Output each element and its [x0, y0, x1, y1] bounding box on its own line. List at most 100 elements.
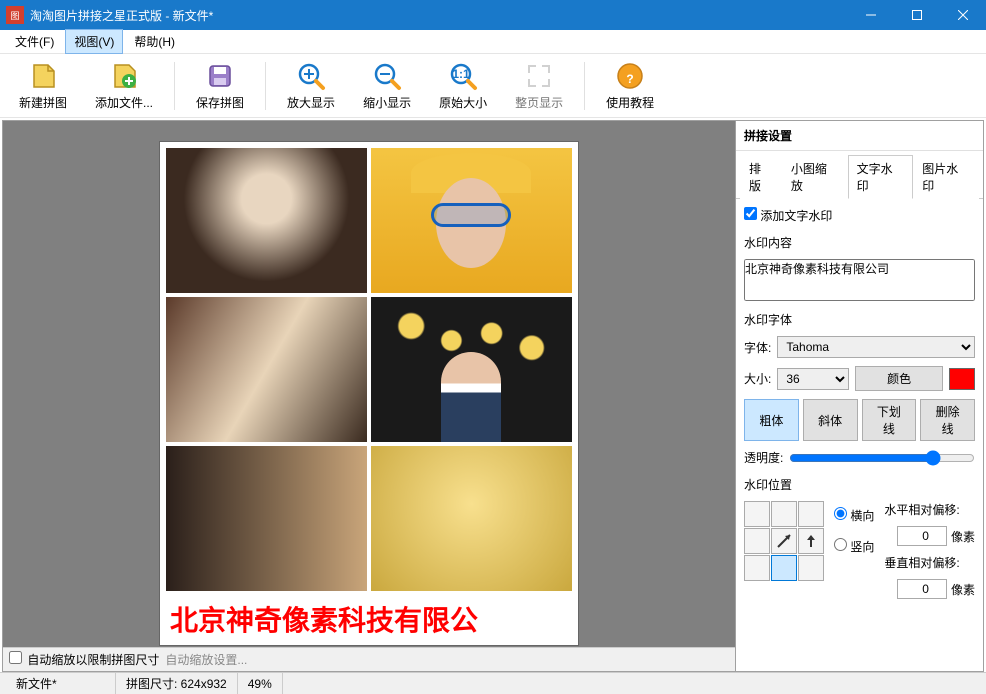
- pos-bc[interactable]: [771, 555, 797, 581]
- svg-text:?: ?: [626, 72, 633, 86]
- orient-horizontal-radio[interactable]: 横向: [834, 507, 874, 524]
- help-button[interactable]: ? 使用教程: [595, 55, 665, 116]
- zoom-in-icon: [295, 60, 327, 92]
- canvas-footer: 自动缩放以限制拼图尺寸 自动缩放设置...: [3, 647, 735, 671]
- auto-scale-label: 自动缩放以限制拼图尺寸: [27, 653, 159, 667]
- new-icon: [27, 60, 59, 92]
- fit-icon: [523, 60, 555, 92]
- titlebar: 图 淘淘图片拼接之星正式版 - 新文件*: [0, 0, 986, 30]
- add-text-watermark-checkbox[interactable]: 添加文字水印: [744, 207, 975, 224]
- close-button[interactable]: [940, 0, 986, 30]
- italic-button[interactable]: 斜体: [803, 399, 858, 441]
- font-name-label: 字体:: [744, 339, 771, 356]
- font-name-select[interactable]: Tahoma: [777, 336, 975, 358]
- pos-mr[interactable]: [798, 528, 824, 554]
- watermark-content-input[interactable]: 北京神奇像素科技有限公司: [744, 259, 975, 301]
- offset-v-input[interactable]: [897, 579, 947, 599]
- offset-h-input[interactable]: [897, 526, 947, 546]
- statusbar: 新文件* 拼图尺寸: 624x932 49%: [0, 672, 986, 694]
- side-tabs: 排版 小图缩放 文字水印 图片水印: [736, 151, 983, 199]
- offset-v-unit: 像素: [951, 581, 975, 598]
- status-filename: 新文件*: [6, 673, 116, 694]
- minimize-button[interactable]: [848, 0, 894, 30]
- add-label: 添加文件...: [95, 94, 153, 111]
- svg-text:1:1: 1:1: [452, 67, 470, 81]
- collage-cell[interactable]: [166, 446, 367, 591]
- pos-tr[interactable]: [798, 501, 824, 527]
- canvas-scroll[interactable]: 北京神奇像素科技有限公: [3, 121, 735, 647]
- color-button[interactable]: 颜色: [855, 366, 943, 391]
- add-icon: [108, 60, 140, 92]
- fit-page-button[interactable]: 整页显示: [504, 55, 574, 116]
- orient-v-label: 竖向: [850, 540, 874, 554]
- side-panel-title: 拼接设置: [736, 121, 983, 151]
- menu-help[interactable]: 帮助(H): [125, 29, 184, 54]
- collage-cell[interactable]: [371, 297, 572, 442]
- content-label: 水印内容: [744, 234, 975, 251]
- auto-scale-checkbox[interactable]: 自动缩放以限制拼图尺寸: [9, 651, 159, 668]
- help-icon: ?: [614, 60, 646, 92]
- pos-ml[interactable]: [744, 528, 770, 554]
- zoom-out-icon: [371, 60, 403, 92]
- side-panel: 拼接设置 排版 小图缩放 文字水印 图片水印 添加文字水印 水印内容 北京神奇像…: [736, 120, 984, 672]
- tab-layout[interactable]: 排版: [740, 155, 782, 199]
- save-collage-button[interactable]: 保存拼图: [185, 55, 255, 116]
- menubar: 文件(F) 视图(V) 帮助(H): [0, 30, 986, 54]
- window-title: 淘淘图片拼接之星正式版 - 新文件*: [30, 7, 848, 24]
- pos-bl[interactable]: [744, 555, 770, 581]
- offset-h-label: 水平相对偏移:: [884, 501, 975, 518]
- offset-v-label: 垂直相对偏移:: [884, 554, 975, 571]
- opacity-label: 透明度:: [744, 449, 783, 466]
- maximize-button[interactable]: [894, 0, 940, 30]
- auto-scale-settings-link[interactable]: 自动缩放设置...: [165, 651, 247, 668]
- side-body: 添加文字水印 水印内容 北京神奇像素科技有限公司 水印字体 字体: Tahoma…: [736, 199, 983, 607]
- tab-text-watermark[interactable]: 文字水印: [848, 155, 914, 199]
- save-icon: [204, 60, 236, 92]
- font-size-select[interactable]: 36: [777, 368, 849, 390]
- bold-button[interactable]: 粗体: [744, 399, 799, 441]
- toolbar-separator: [584, 62, 585, 110]
- tab-image-watermark[interactable]: 图片水印: [913, 155, 979, 199]
- menu-file[interactable]: 文件(F): [6, 29, 63, 54]
- workarea: 北京神奇像素科技有限公 自动缩放以限制拼图尺寸 自动缩放设置... 拼接设置 排…: [0, 118, 986, 672]
- zoom-out-label: 缩小显示: [363, 94, 411, 111]
- status-size: 拼图尺寸: 624x932: [116, 673, 238, 694]
- strike-button[interactable]: 删除线: [920, 399, 975, 441]
- font-group-label: 水印字体: [744, 311, 975, 328]
- actual-label: 原始大小: [439, 94, 487, 111]
- color-swatch[interactable]: [949, 368, 975, 390]
- underline-button[interactable]: 下划线: [862, 399, 917, 441]
- menu-view[interactable]: 视图(V): [65, 29, 123, 54]
- tab-thumbnail[interactable]: 小图缩放: [782, 155, 848, 199]
- offset-h-unit: 像素: [951, 528, 975, 545]
- toolbar: 新建拼图 添加文件... 保存拼图 放大显示 缩小显示 1:1 原始大小 整页显…: [0, 54, 986, 118]
- collage-cell[interactable]: [166, 148, 367, 293]
- status-zoom: 49%: [238, 673, 283, 694]
- collage-cell[interactable]: [371, 446, 572, 591]
- zoom-in-button[interactable]: 放大显示: [276, 55, 346, 116]
- opacity-slider[interactable]: [789, 450, 975, 466]
- toolbar-separator: [265, 62, 266, 110]
- pos-mc[interactable]: [771, 528, 797, 554]
- orient-vertical-radio[interactable]: 竖向: [834, 538, 874, 555]
- toolbar-separator: [174, 62, 175, 110]
- actual-size-button[interactable]: 1:1 原始大小: [428, 55, 498, 116]
- zoom-in-label: 放大显示: [287, 94, 335, 111]
- save-label: 保存拼图: [196, 94, 244, 111]
- collage-cell[interactable]: [371, 148, 572, 293]
- font-size-label: 大小:: [744, 370, 771, 387]
- watermark-preview: 北京神奇像素科技有限公: [166, 595, 572, 639]
- pos-tc[interactable]: [771, 501, 797, 527]
- pos-tl[interactable]: [744, 501, 770, 527]
- new-collage-button[interactable]: 新建拼图: [8, 55, 78, 116]
- fit-label: 整页显示: [515, 94, 563, 111]
- add-text-wm-label: 添加文字水印: [760, 209, 832, 223]
- zoom-out-button[interactable]: 缩小显示: [352, 55, 422, 116]
- position-label: 水印位置: [744, 476, 975, 493]
- add-file-button[interactable]: 添加文件...: [84, 55, 164, 116]
- orient-h-label: 横向: [850, 509, 874, 523]
- collage-page[interactable]: 北京神奇像素科技有限公: [159, 141, 579, 646]
- pos-br[interactable]: [798, 555, 824, 581]
- collage-cell[interactable]: [166, 297, 367, 442]
- app-icon: 图: [6, 6, 24, 24]
